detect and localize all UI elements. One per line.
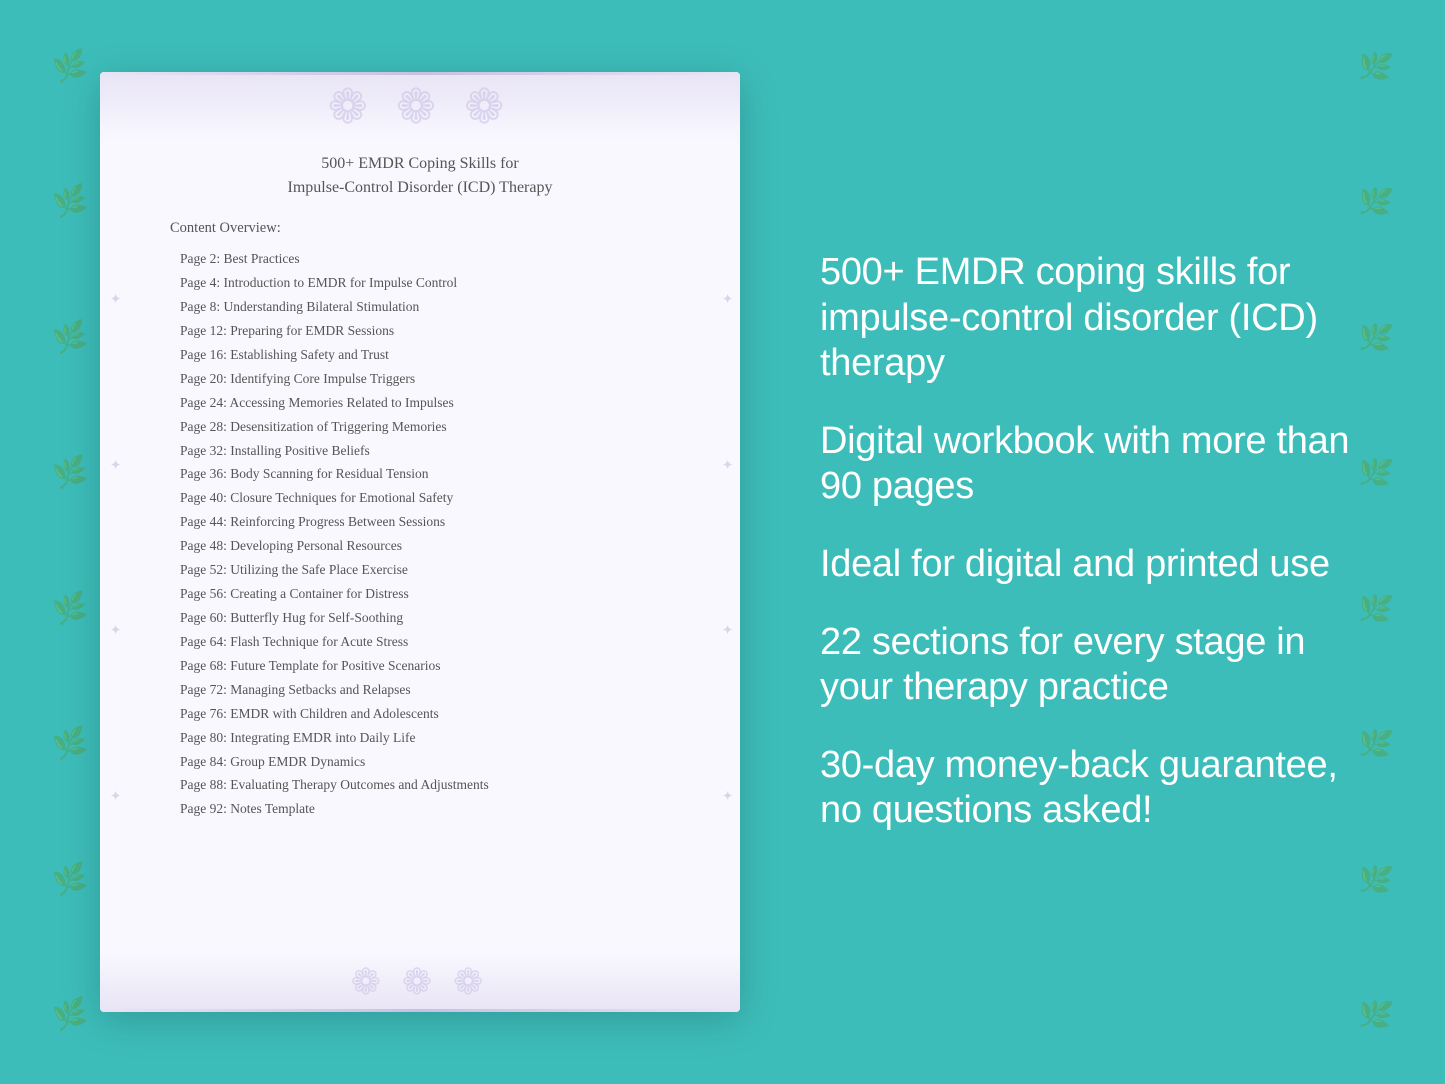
leaf-icon: 🌿 (1355, 999, 1394, 1033)
toc-item: Page 92: Notes Template (180, 797, 690, 821)
side-pattern-icon: ✦ (105, 624, 122, 636)
document: ❁ ❁ ❁ ✦ ✦ ✦ ✦ ✦ ✦ ✦ ✦ 500+ EMDR Coping S… (100, 72, 740, 1012)
doc-top-border: ❁ ❁ ❁ (100, 72, 740, 142)
side-pattern-icon: ✦ (105, 789, 122, 801)
toc-item: Page 28: Desensitization of Triggering M… (180, 414, 690, 438)
toc-item: Page 60: Butterfly Hug for Self-Soothing (180, 606, 690, 630)
doc-bottom-border: ❁ ❁ ❁ (100, 952, 740, 1012)
side-pattern-icon: ✦ (717, 789, 734, 801)
toc-item: Page 76: EMDR with Children and Adolesce… (180, 702, 690, 726)
info-point: 30-day money-back guarantee, no question… (820, 743, 1385, 834)
doc-side-left-decoration: ✦ ✦ ✦ ✦ (100, 142, 128, 952)
side-pattern-icon: ✦ (717, 293, 734, 305)
toc-item: Page 48: Developing Personal Resources (180, 534, 690, 558)
leaf-icon: 🌿 (50, 322, 89, 356)
toc-item: Page 68: Future Template for Positive Sc… (180, 654, 690, 678)
doc-title-line1: 500+ EMDR Coping Skills for (321, 155, 518, 172)
info-point: Digital workbook with more than 90 pages (820, 419, 1385, 510)
toc-item: Page 64: Flash Technique for Acute Stres… (180, 630, 690, 654)
leaf-icon: 🌿 (50, 864, 89, 898)
leaf-icon: 🌿 (50, 457, 89, 491)
toc-item: Page 88: Evaluating Therapy Outcomes and… (180, 773, 690, 797)
info-point: Ideal for digital and printed use (820, 542, 1385, 588)
toc-item: Page 20: Identifying Core Impulse Trigge… (180, 367, 690, 391)
leaf-icon: 🌿 (50, 999, 89, 1033)
side-pattern-icon: ✦ (105, 293, 122, 305)
side-pattern-icon: ✦ (717, 458, 734, 470)
toc-item: Page 32: Installing Positive Beliefs (180, 438, 690, 462)
side-pattern-icon: ✦ (717, 624, 734, 636)
info-point: 22 sections for every stage in your ther… (820, 620, 1385, 711)
mandala-top-icon: ❁ ❁ ❁ (328, 79, 513, 135)
table-of-contents: Page 2: Best PracticesPage 4: Introducti… (180, 247, 690, 821)
leaf-icon: 🌿 (50, 593, 89, 627)
doc-title: 500+ EMDR Coping Skills for Impulse-Cont… (150, 152, 690, 200)
toc-item: Page 8: Understanding Bilateral Stimulat… (180, 295, 690, 319)
mandala-bottom-icon: ❁ ❁ ❁ (351, 961, 490, 1003)
toc-item: Page 36: Body Scanning for Residual Tens… (180, 462, 690, 486)
info-point: 500+ EMDR coping skills for impulse-cont… (820, 250, 1385, 387)
doc-title-line2: Impulse-Control Disorder (ICD) Therapy (288, 179, 553, 196)
toc-item: Page 56: Creating a Container for Distre… (180, 582, 690, 606)
leaf-icon: 🌿 (50, 728, 89, 762)
info-panel: 500+ EMDR coping skills for impulse-cont… (740, 210, 1445, 874)
leaf-icon: 🌿 (1355, 51, 1394, 85)
toc-item: Page 40: Closure Techniques for Emotiona… (180, 486, 690, 510)
toc-item: Page 16: Establishing Safety and Trust (180, 343, 690, 367)
toc-item: Page 2: Best Practices (180, 247, 690, 271)
leaf-icon: 🌿 (50, 186, 89, 220)
toc-item: Page 80: Integrating EMDR into Daily Lif… (180, 725, 690, 749)
toc-item: Page 24: Accessing Memories Related to I… (180, 391, 690, 415)
toc-item: Page 84: Group EMDR Dynamics (180, 749, 690, 773)
toc-item: Page 12: Preparing for EMDR Sessions (180, 319, 690, 343)
doc-content: 500+ EMDR Coping Skills for Impulse-Cont… (100, 142, 740, 952)
doc-side-right-decoration: ✦ ✦ ✦ ✦ (712, 142, 740, 952)
toc-item: Page 72: Managing Setbacks and Relapses (180, 678, 690, 702)
side-pattern-icon: ✦ (105, 458, 122, 470)
toc-item: Page 52: Utilizing the Safe Place Exerci… (180, 558, 690, 582)
toc-item: Page 4: Introduction to EMDR for Impulse… (180, 271, 690, 295)
leaf-icon: 🌿 (50, 51, 89, 85)
content-overview-label: Content Overview: (170, 220, 690, 237)
toc-item: Page 44: Reinforcing Progress Between Se… (180, 510, 690, 534)
